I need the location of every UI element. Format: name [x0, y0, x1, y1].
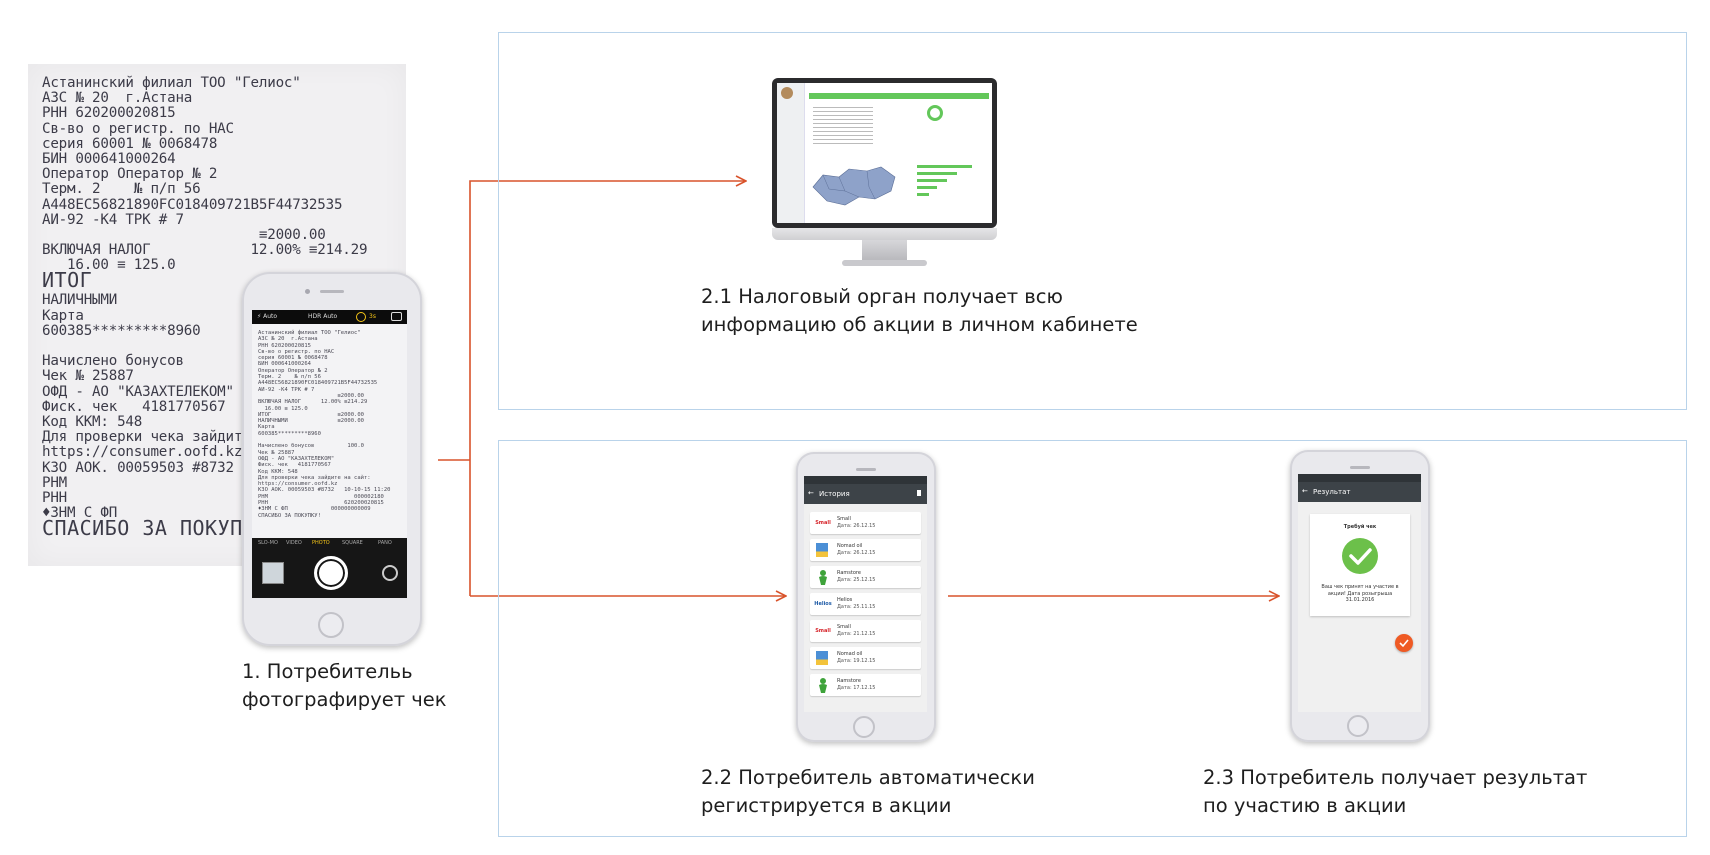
dashboard-header-bar — [809, 93, 989, 99]
history-item[interactable]: Small Small Дата: 26.12.15 — [810, 512, 921, 534]
step-2-3-line-1: 2.3 Потребитель получает результат — [1203, 766, 1588, 789]
step-1-caption: 1. Потребительь фотографирует чек — [242, 658, 447, 714]
history-item-brand: Ramstore — [837, 570, 861, 576]
result-app-bar: ← Результат — [1298, 482, 1421, 502]
result-phone: ← Результат Требуй чек Ваш чек принят на… — [1290, 450, 1430, 742]
brand-logo-icon: Small — [815, 520, 831, 526]
phone-speaker — [1350, 466, 1370, 469]
history-item-date: Дата: 21.12.15 — [837, 631, 876, 637]
history-item[interactable]: Helios Helios Дата: 25.11.15 — [810, 593, 921, 615]
history-app-screen: ← История Small Small Дата: 26.12.15 Nomad … — [804, 476, 927, 712]
history-item[interactable]: Ramstore Дата: 25.12.15 — [810, 566, 921, 588]
brand-logo-icon — [813, 678, 833, 693]
history-title: История — [819, 490, 850, 498]
history-item-brand: Helios — [837, 597, 853, 603]
result-message: Ваш чек принят на участие в акции! Дата … — [1321, 584, 1399, 603]
history-item-brand: Small — [837, 516, 851, 522]
brand-logo-icon — [816, 543, 828, 557]
history-item-date: Дата: 26.12.15 — [837, 550, 876, 556]
tax-dashboard-monitor — [772, 78, 997, 270]
history-item[interactable]: Nomad oil Дата: 19.12.15 — [810, 647, 921, 669]
history-item-date: Дата: 25.11.15 — [837, 604, 876, 610]
status-bar — [1298, 474, 1421, 482]
back-arrow-icon[interactable]: ← — [808, 489, 814, 497]
history-item[interactable]: Small Small Дата: 21.12.15 — [810, 620, 921, 642]
region-map — [809, 157, 899, 212]
phone-speaker — [856, 468, 876, 471]
step-2-1-line-1: 2.1 Налоговый орган получает всю — [701, 285, 1063, 308]
monitor-neck — [862, 240, 907, 260]
history-app-bar: ← История — [804, 484, 927, 504]
bar-chart — [909, 161, 984, 211]
step-2-3-caption: 2.3 Потребитель получает результат по уч… — [1203, 764, 1587, 820]
home-button[interactable] — [1347, 715, 1369, 737]
monitor-bezel — [772, 78, 997, 228]
progress-ring — [927, 105, 943, 121]
history-item-date: Дата: 25.12.15 — [837, 577, 876, 583]
history-item[interactable]: Ramstore Дата: 17.12.15 — [810, 674, 921, 696]
brand-logo-icon: Helios — [814, 601, 832, 607]
step-2-2-line-2: регистрируется в акции — [701, 794, 952, 817]
monitor-chin — [772, 228, 997, 240]
step-2-3-line-2: по участию в акции — [1203, 794, 1407, 817]
step-2-1-caption: 2.1 Налоговый орган получает всю информа… — [701, 283, 1138, 339]
back-arrow-icon[interactable]: ← — [1302, 487, 1308, 495]
dashboard-sidebar — [777, 83, 805, 223]
trash-icon[interactable] — [917, 490, 921, 496]
history-item-date: Дата: 19.12.15 — [837, 658, 876, 664]
result-title: Результат — [1313, 488, 1351, 496]
step-2-2-caption: 2.2 Потребитель автоматически регистриру… — [701, 764, 1035, 820]
step-1-line-2: фотографирует чек — [242, 688, 447, 711]
history-item-brand: Nomad oil — [837, 651, 863, 657]
history-phone: ← История Small Small Дата: 26.12.15 Nomad … — [796, 452, 936, 742]
brand-logo-icon — [816, 651, 828, 665]
dashboard-text-block — [813, 107, 873, 147]
brand-logo-icon: Small — [815, 628, 831, 634]
history-item-date: Дата: 26.12.15 — [837, 523, 876, 529]
brand-logo-icon — [813, 570, 833, 585]
tax-authority-frame — [498, 32, 1687, 410]
step-2-1-line-2: информацию об акции в личном кабинете — [701, 313, 1138, 336]
history-item-brand: Nomad oil — [837, 543, 863, 549]
history-item-brand: Small — [837, 624, 851, 630]
dashboard-screen — [777, 83, 992, 223]
step-1-line-1: 1. Потребительь — [242, 660, 413, 683]
home-button[interactable] — [853, 716, 875, 738]
step-2-2-line-1: 2.2 Потребитель автоматически — [701, 766, 1035, 789]
status-bar — [804, 476, 927, 484]
result-card: Требуй чек Ваш чек принят на участие в а… — [1310, 514, 1410, 616]
history-item-brand: Ramstore — [837, 678, 861, 684]
result-card-title: Требуй чек — [1343, 524, 1377, 530]
confirm-fab[interactable] — [1395, 634, 1413, 652]
history-item[interactable]: Nomad oil Дата: 26.12.15 — [810, 539, 921, 561]
history-item-date: Дата: 17.12.15 — [837, 685, 876, 691]
avatar — [781, 87, 793, 99]
monitor-base — [842, 260, 927, 266]
result-app-screen: ← Результат Требуй чек Ваш чек принят на… — [1298, 474, 1421, 712]
check-icon — [1342, 538, 1378, 574]
check-icon — [1399, 639, 1409, 648]
